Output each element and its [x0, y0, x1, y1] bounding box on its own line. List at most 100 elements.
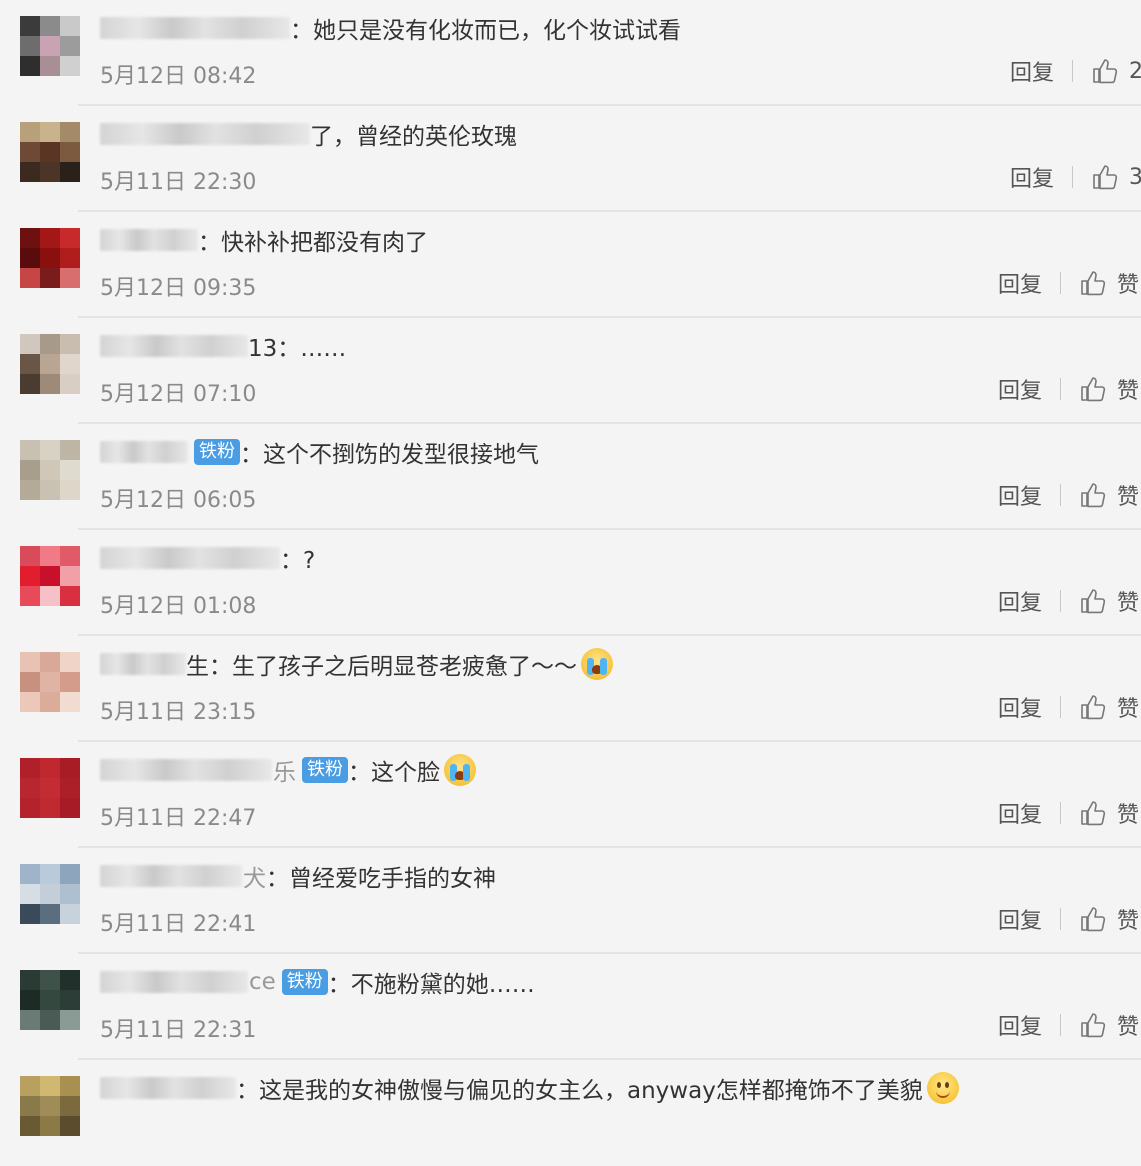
avatar[interactable]: [20, 122, 80, 182]
like-button[interactable]: 赞: [1079, 479, 1139, 511]
fan-badge[interactable]: 铁粉: [302, 757, 348, 783]
comment-text: ：这个不捯饬的发型很接地气: [240, 442, 539, 468]
username-blurred[interactable]: [100, 653, 186, 675]
comment-time: 5月12日 09:35: [100, 276, 257, 301]
fan-badge[interactable]: 铁粉: [194, 439, 240, 465]
like-count: 赞: [1116, 273, 1139, 298]
avatar[interactable]: [20, 758, 80, 818]
comment-content: 生：生了孩子之后明显苍老疲惫了～～: [100, 646, 613, 682]
username-blurred[interactable]: [100, 1077, 236, 1099]
comment-time: 5月11日 22:47: [100, 806, 257, 831]
comment-content: 铁粉 ：这个不捯饬的发型很接地气: [100, 434, 539, 470]
comment-actions: 回复 2: [1010, 55, 1141, 87]
like-button[interactable]: 赞: [1079, 1009, 1139, 1041]
reply-button[interactable]: 回复: [998, 585, 1042, 617]
comment-content: ：她只是没有化妆而已，化个妆试试看: [100, 10, 681, 46]
action-divider: [1059, 1014, 1061, 1036]
like-button[interactable]: 赞: [1079, 267, 1139, 299]
comment-time: 5月12日 06:05: [100, 488, 257, 513]
username-blurred[interactable]: [100, 123, 310, 145]
like-button[interactable]: 2: [1091, 57, 1141, 85]
username-blurred[interactable]: [100, 971, 248, 993]
like-button[interactable]: 赞: [1079, 903, 1139, 935]
crying-emoji-icon: [581, 648, 613, 680]
comment-content: 13：……: [100, 328, 346, 364]
username-tail[interactable]: ce: [249, 969, 276, 995]
thumbs-up-icon: [1081, 271, 1106, 296]
like-button[interactable]: 3: [1091, 163, 1141, 191]
username-tail[interactable]: 犬: [243, 859, 266, 893]
like-button[interactable]: 赞: [1079, 691, 1139, 723]
like-count: 赞: [1116, 591, 1139, 616]
comment-list: ：她只是没有化妆而已，化个妆试试看 5月12日 08:42 回复 2 了，曾经的…: [0, 0, 1141, 1166]
reply-button[interactable]: 回复: [998, 903, 1042, 935]
like-button[interactable]: 赞: [1079, 373, 1139, 405]
comment-item: 了，曾经的英伦玫瑰 5月11日 22:30 回复 3: [0, 106, 1141, 212]
thumbs-up-icon: [1093, 59, 1118, 84]
reply-button[interactable]: 回复: [1010, 161, 1054, 193]
username-blurred[interactable]: [100, 335, 248, 357]
reply-button[interactable]: 回复: [998, 479, 1042, 511]
avatar[interactable]: [20, 1076, 80, 1136]
like-button[interactable]: 赞: [1079, 585, 1139, 617]
reply-button[interactable]: 回复: [998, 691, 1042, 723]
comment-actions: 回复 赞: [998, 479, 1139, 511]
username-blurred[interactable]: [100, 17, 290, 39]
thumbs-up-icon: [1081, 907, 1106, 932]
avatar[interactable]: [20, 546, 80, 606]
reply-button[interactable]: 回复: [998, 1009, 1042, 1041]
avatar[interactable]: [20, 16, 80, 76]
avatar[interactable]: [20, 228, 80, 288]
comment-time: 5月12日 01:08: [100, 594, 257, 619]
username-blurred[interactable]: [100, 759, 272, 781]
thumbs-up-icon: [1093, 165, 1118, 190]
comment-item: 铁粉 ：这个不捯饬的发型很接地气 5月12日 06:05 回复 赞: [0, 424, 1141, 530]
avatar[interactable]: [20, 440, 80, 500]
comment-item: 乐 铁粉 ：这个脸 5月11日 22:47 回复 赞: [0, 742, 1141, 848]
comment-text: ：?: [280, 548, 316, 574]
comment-item: ：快补补把都没有肉了 5月12日 09:35 回复 赞: [0, 212, 1141, 318]
action-divider: [1059, 590, 1061, 612]
thumbs-up-icon: [1081, 801, 1106, 826]
username-blurred[interactable]: [100, 865, 242, 887]
comment-time: 5月11日 22:31: [100, 1018, 257, 1043]
action-divider: [1059, 378, 1061, 400]
comment-text: 了，曾经的英伦玫瑰: [310, 124, 517, 150]
comment-actions: 回复 赞: [998, 691, 1139, 723]
comment-time: 5月12日 08:42: [100, 64, 257, 89]
fan-badge[interactable]: 铁粉: [281, 969, 328, 995]
comment-content: ：快补补把都没有肉了: [100, 222, 428, 258]
comment-actions: 回复 赞: [998, 267, 1139, 299]
comment-text: ：她只是没有化妆而已，化个妆试试看: [290, 18, 681, 44]
thumbs-up-icon: [1081, 483, 1106, 508]
avatar[interactable]: [20, 334, 80, 394]
comment-actions: 回复 赞: [998, 585, 1139, 617]
comment-content: ：?: [100, 540, 315, 576]
reply-button[interactable]: 回复: [1010, 55, 1054, 87]
reply-button[interactable]: 回复: [998, 797, 1042, 829]
action-divider: [1072, 166, 1073, 188]
comment-time: 5月12日 07:10: [100, 382, 257, 407]
comment-actions: 回复 赞: [998, 797, 1139, 829]
thumbs-up-icon: [1081, 377, 1106, 402]
comment-text: ：这个脸: [348, 760, 440, 786]
username-blurred[interactable]: [100, 229, 198, 251]
comment-actions: 回复 3: [1010, 161, 1141, 193]
avatar[interactable]: [20, 864, 80, 924]
username-blurred[interactable]: [100, 547, 280, 569]
comment-item: ce 铁粉 ：不施粉黛的她…… 5月11日 22:31 回复 赞: [0, 954, 1141, 1060]
username-tail[interactable]: 乐: [273, 753, 296, 787]
like-count: 赞: [1116, 697, 1139, 722]
comment-item: ：她只是没有化妆而已，化个妆试试看 5月12日 08:42 回复 2: [0, 0, 1141, 106]
reply-button[interactable]: 回复: [998, 373, 1042, 405]
reply-button[interactable]: 回复: [998, 267, 1042, 299]
comment-text: ：快补补把都没有肉了: [198, 230, 428, 256]
like-count: 赞: [1116, 909, 1139, 934]
avatar[interactable]: [20, 970, 80, 1030]
comment-content: ce 铁粉 ：不施粉黛的她……: [100, 964, 535, 1000]
like-button[interactable]: 赞: [1079, 797, 1139, 829]
avatar[interactable]: [20, 652, 80, 712]
comment-actions: 回复 赞: [998, 1009, 1139, 1041]
comment-text: ：不施粉黛的她……: [327, 972, 535, 998]
username-blurred[interactable]: [100, 441, 188, 463]
